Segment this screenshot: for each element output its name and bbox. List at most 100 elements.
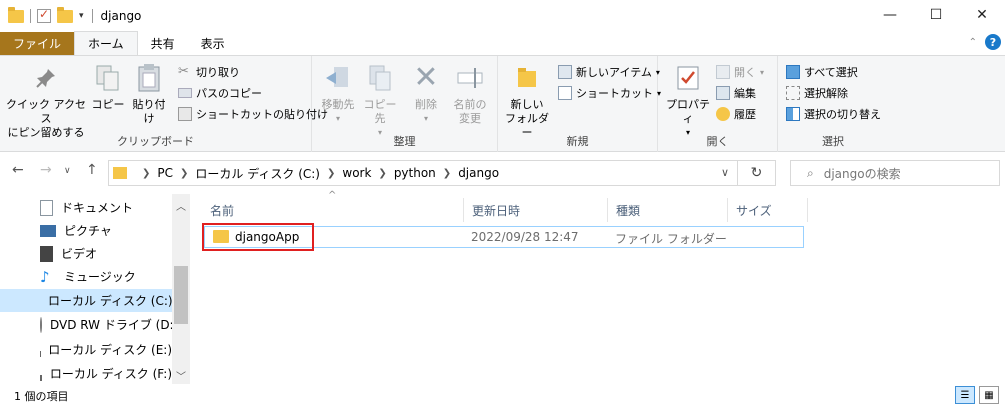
large-icons-view-icon[interactable]: ▦ bbox=[979, 386, 999, 404]
chevron-right-icon[interactable]: ❯ bbox=[327, 168, 335, 179]
invert-selection-icon bbox=[786, 107, 800, 121]
breadcrumb-work[interactable]: work bbox=[342, 166, 371, 180]
divider bbox=[91, 9, 93, 23]
select-group-label: 選択 bbox=[822, 135, 844, 148]
nav-item-videos[interactable]: ビデオ bbox=[0, 242, 172, 265]
title-bar: ▾ django — ☐ ✕ bbox=[0, 0, 1005, 32]
forward-arrow-icon[interactable]: → bbox=[40, 162, 52, 178]
ribbon-tabs: ファイル ホーム 共有 表示 ⌃ ? bbox=[0, 31, 1005, 56]
select-all-button[interactable]: すべて選択 bbox=[786, 62, 858, 82]
breadcrumb-python[interactable]: python bbox=[394, 166, 436, 180]
music-icon: ♪ bbox=[40, 267, 50, 286]
scroll-down-icon[interactable]: ﹀ bbox=[176, 368, 186, 383]
paste-shortcut-icon bbox=[178, 107, 192, 121]
nav-item-local-disk-e[interactable]: ローカル ディスク (E:) bbox=[0, 338, 172, 361]
delete-label: 削除 bbox=[415, 98, 437, 111]
nav-item-music[interactable]: ♪ ミュージック bbox=[0, 265, 172, 288]
customize-toolbar-icon[interactable]: ▾ bbox=[79, 11, 84, 21]
select-all-label: すべて選択 bbox=[804, 66, 858, 79]
tab-file[interactable]: ファイル bbox=[0, 32, 75, 55]
open-button[interactable]: 開く ▾ bbox=[716, 62, 764, 82]
scissors-icon: ✂ bbox=[178, 64, 189, 79]
recent-locations-icon[interactable]: ∨ bbox=[64, 166, 71, 176]
column-header-modified[interactable]: 更新日時 bbox=[464, 198, 608, 222]
breadcrumb-pc[interactable]: PC bbox=[157, 166, 173, 180]
address-bar[interactable]: ❯ PC ❯ ローカル ディスク (C:) ❯ work ❯ python ❯ … bbox=[108, 160, 776, 186]
nav-item-dvd-d[interactable]: DVD RW ドライブ (D:) bbox=[0, 313, 178, 336]
invert-selection-button[interactable]: 選択の切り替え bbox=[786, 104, 881, 124]
window-title: django bbox=[100, 9, 142, 23]
cut-label: 切り取り bbox=[196, 66, 240, 79]
nav-item-local-disk-f[interactable]: ローカル ディスク (F:) bbox=[0, 362, 172, 385]
help-icon[interactable]: ? bbox=[985, 34, 1001, 50]
move-to-button[interactable]: 移動先 ▾ bbox=[318, 62, 358, 126]
rename-button[interactable]: 名前の 変更 bbox=[448, 62, 492, 126]
chevron-right-icon[interactable]: ❯ bbox=[443, 168, 451, 179]
new-folder-button[interactable]: 新しい フォルダー bbox=[502, 62, 552, 140]
properties-icon bbox=[672, 62, 704, 94]
chevron-down-icon: ▾ bbox=[335, 114, 340, 123]
nav-item-label: ミュージック bbox=[64, 270, 136, 284]
nav-scrollbar[interactable]: ︿ ﹀ bbox=[172, 194, 190, 384]
delete-button[interactable]: ✕ 削除 ▾ bbox=[408, 62, 444, 126]
tab-view[interactable]: 表示 bbox=[188, 32, 238, 55]
nav-item-label: ドキュメント bbox=[61, 201, 134, 215]
nav-item-local-disk-c[interactable]: ローカル ディスク (C:) bbox=[0, 289, 173, 312]
picture-icon bbox=[40, 224, 56, 237]
column-header-name[interactable]: 名前 bbox=[202, 198, 464, 222]
paste-button[interactable]: 貼り付け bbox=[128, 62, 170, 126]
new-item-button[interactable]: 新しいアイテム ▾ bbox=[558, 62, 660, 82]
close-button[interactable]: ✕ bbox=[959, 0, 1005, 30]
nav-item-label: ビデオ bbox=[61, 247, 98, 261]
new-group: 新しい フォルダー 新しいアイテム ▾ ショートカット ▾ 新規 bbox=[498, 56, 661, 152]
cut-button[interactable]: ✂ 切り取り bbox=[178, 62, 240, 82]
scrollbar-thumb[interactable] bbox=[174, 266, 188, 324]
nav-item-pictures[interactable]: ピクチャ bbox=[0, 219, 172, 242]
properties-button[interactable]: プロパティ ▾ bbox=[664, 62, 712, 140]
pin-label-line1: クイック アクセス bbox=[6, 98, 86, 125]
folder-icon bbox=[8, 6, 24, 23]
column-header-size[interactable]: サイズ bbox=[728, 198, 808, 222]
search-box[interactable]: ⌕ djangoの検索 bbox=[790, 160, 1000, 186]
new-group-label: 新規 bbox=[566, 135, 589, 148]
up-arrow-icon[interactable]: ↑ bbox=[86, 162, 98, 178]
organize-group-label: 整理 bbox=[393, 135, 416, 148]
tab-home[interactable]: ホーム bbox=[74, 31, 138, 55]
breadcrumb-django[interactable]: django bbox=[458, 166, 499, 180]
collapse-ribbon-icon[interactable]: ⌃ bbox=[969, 37, 977, 48]
history-icon bbox=[716, 107, 730, 121]
maximize-button[interactable]: ☐ bbox=[913, 0, 959, 30]
chevron-right-icon[interactable]: ❯ bbox=[378, 168, 386, 179]
paste-shortcut-button[interactable]: ショートカットの貼り付け bbox=[178, 104, 328, 124]
chevron-down-icon[interactable]: ∨ bbox=[721, 166, 729, 179]
nav-item-label: ローカル ディスク (F:) bbox=[49, 367, 172, 381]
clipboard-group: クイック アクセス にピン留めする コピー 貼り付け ✂ 切り取り パスのコピー… bbox=[0, 56, 328, 152]
details-view-icon[interactable]: ☰ bbox=[955, 386, 975, 404]
history-button[interactable]: 履歴 bbox=[716, 104, 756, 124]
copy-to-button[interactable]: コピー先 ▾ bbox=[360, 62, 400, 140]
nav-item-label: DVD RW ドライブ (D:) bbox=[50, 318, 179, 332]
minimize-button[interactable]: — bbox=[867, 0, 913, 30]
shortcut-button[interactable]: ショートカット ▾ bbox=[558, 83, 661, 103]
column-header-type[interactable]: 種類 bbox=[608, 198, 728, 222]
rename-icon bbox=[454, 62, 486, 94]
nav-item-documents[interactable]: ドキュメント bbox=[0, 196, 172, 219]
item-count: 1 個の項目 bbox=[14, 390, 69, 403]
properties-icon[interactable] bbox=[37, 7, 51, 23]
select-all-icon bbox=[786, 65, 800, 79]
refresh-icon[interactable]: ↻ bbox=[737, 161, 775, 185]
chevron-right-icon[interactable]: ❯ bbox=[180, 168, 188, 179]
new-folder-icon[interactable] bbox=[57, 6, 73, 23]
tab-share[interactable]: 共有 bbox=[138, 32, 188, 55]
pin-quick-access-button[interactable]: クイック アクセス にピン留めする bbox=[6, 62, 86, 140]
scroll-up-icon[interactable]: ︿ bbox=[176, 198, 186, 213]
search-input[interactable]: djangoの検索 bbox=[824, 165, 901, 182]
select-none-button[interactable]: 選択解除 bbox=[786, 83, 848, 103]
chevron-right-icon[interactable]: ❯ bbox=[142, 168, 150, 179]
edit-button[interactable]: 編集 bbox=[716, 83, 756, 103]
breadcrumb-local-disk-c[interactable]: ローカル ディスク (C:) bbox=[195, 165, 320, 182]
back-arrow-icon[interactable]: ← bbox=[12, 162, 24, 178]
copy-button[interactable]: コピー bbox=[90, 62, 126, 112]
copy-path-button[interactable]: パスのコピー bbox=[178, 83, 262, 103]
organize-group: 移動先 ▾ コピー先 ▾ ✕ 削除 ▾ 名前の 変更 整理 bbox=[312, 56, 498, 152]
